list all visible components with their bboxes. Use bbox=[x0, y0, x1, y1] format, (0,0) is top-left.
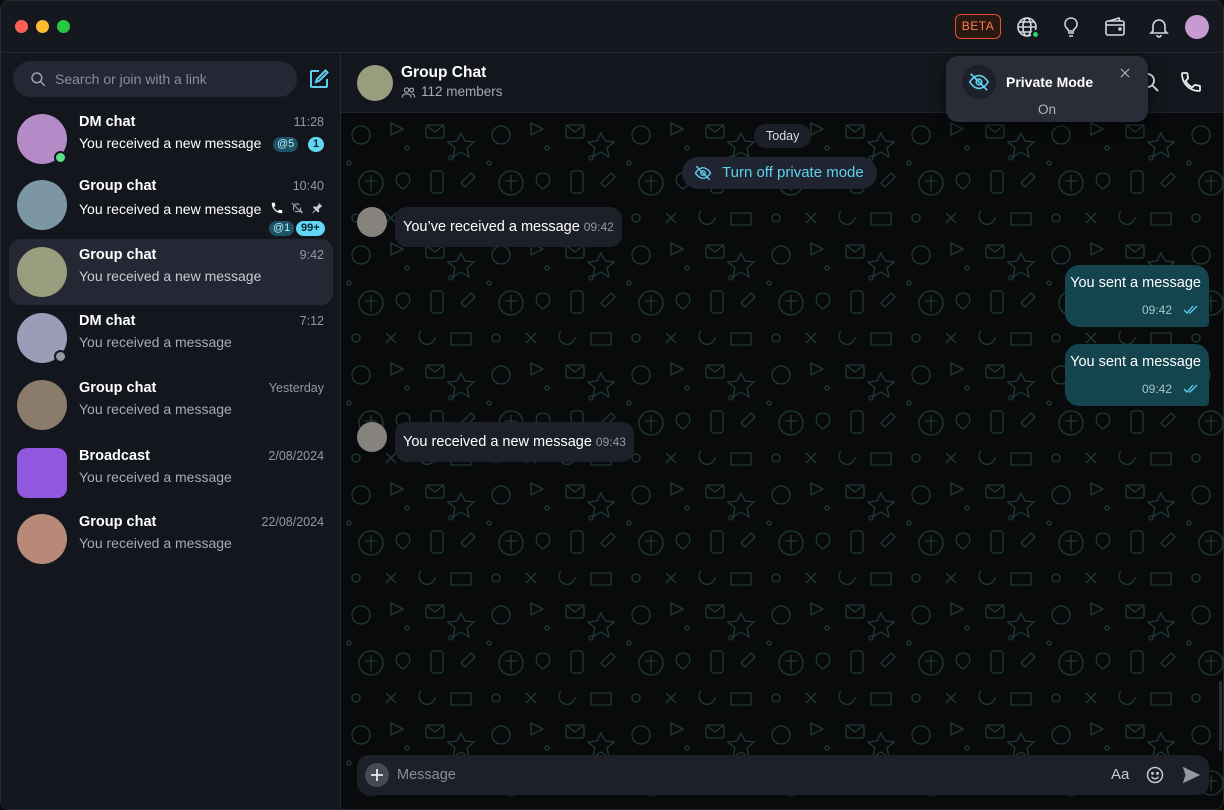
avatar bbox=[17, 514, 67, 564]
avatar bbox=[17, 247, 67, 297]
double-check-icon bbox=[1183, 305, 1198, 314]
chat-pane: Group Chat 112 members Private Mode On T… bbox=[341, 53, 1223, 809]
chat-preview: You received a new message bbox=[79, 135, 262, 151]
chat-time: Yesterday bbox=[268, 381, 324, 395]
phone-icon bbox=[271, 202, 283, 214]
unread-count-badge: 1 bbox=[308, 137, 325, 152]
message-time: 09:43 bbox=[595, 435, 626, 449]
message-text: You sent a message bbox=[1070, 354, 1201, 370]
maximize-window-button[interactable] bbox=[57, 20, 70, 33]
chat-list-item[interactable]: DM chat 11:28 You received a new message… bbox=[9, 106, 333, 172]
chat-list-item-selected[interactable]: Group chat 9:42 You received a new messa… bbox=[9, 239, 333, 305]
title-bar: BETA bbox=[1, 1, 1223, 53]
muted-bell-icon bbox=[291, 202, 304, 214]
private-mode-status: On bbox=[1037, 102, 1056, 117]
message-text: You sent a message bbox=[1070, 275, 1201, 291]
chat-list-item[interactable]: Broadcast 2/08/2024 You received a messa… bbox=[9, 440, 333, 506]
chat-list-item[interactable]: Group chat Yesterday You received a mess… bbox=[9, 372, 333, 438]
online-status-dot bbox=[1031, 30, 1040, 39]
text-format-button[interactable]: Aa bbox=[1111, 766, 1129, 783]
emoji-icon[interactable] bbox=[1145, 765, 1165, 785]
message-text: You received a new message bbox=[403, 434, 592, 450]
avatar bbox=[17, 180, 67, 230]
online-status-dot bbox=[54, 151, 67, 164]
chat-time: 10:40 bbox=[292, 179, 324, 193]
chat-list-item[interactable]: DM chat 7:12 You received a message bbox=[9, 305, 333, 371]
globe-icon[interactable] bbox=[1015, 15, 1040, 39]
date-separator: Today bbox=[754, 124, 812, 148]
chat-time: 9:42 bbox=[299, 248, 324, 262]
chat-preview: You received a new message bbox=[79, 201, 262, 217]
chat-name: Broadcast bbox=[79, 448, 150, 464]
mention-badge: @5 bbox=[273, 137, 299, 152]
sender-avatar[interactable] bbox=[357, 422, 387, 452]
chat-preview: You received a message bbox=[79, 535, 232, 551]
message-input[interactable] bbox=[397, 755, 1097, 795]
search-input[interactable] bbox=[55, 61, 285, 97]
message-time: 09:42 bbox=[583, 220, 614, 234]
chat-preview: You received a message bbox=[79, 334, 232, 350]
incoming-message[interactable]: You received a new message 09:43 bbox=[395, 422, 634, 462]
profile-avatar[interactable] bbox=[1185, 15, 1209, 39]
compose-icon[interactable] bbox=[307, 67, 331, 91]
chat-list-sidebar: DM chat 11:28 You received a new message… bbox=[1, 53, 341, 809]
avatar bbox=[17, 380, 67, 430]
message-text: You’ve received a message bbox=[403, 219, 580, 235]
avatar bbox=[17, 448, 67, 498]
chat-preview: You received a new message bbox=[79, 268, 262, 284]
button-label: Turn off private mode bbox=[722, 164, 864, 181]
eye-off-icon bbox=[694, 165, 712, 181]
members-icon bbox=[401, 87, 416, 98]
chat-name: Group chat bbox=[79, 178, 157, 194]
chat-list-item[interactable]: Group chat 22/08/2024 You received a mes… bbox=[9, 506, 333, 572]
member-count[interactable]: 112 members bbox=[421, 84, 503, 99]
chat-preview: You received a message bbox=[79, 469, 232, 485]
pin-icon bbox=[312, 202, 323, 214]
chat-list-item[interactable]: Group chat 10:40 You received a new mess… bbox=[9, 172, 333, 240]
message-composer: Aa bbox=[357, 755, 1209, 795]
minimize-window-button[interactable] bbox=[36, 20, 49, 33]
turn-off-private-mode-button[interactable]: Turn off private mode bbox=[682, 157, 877, 189]
chat-title[interactable]: Group Chat bbox=[401, 64, 486, 82]
chat-name: DM chat bbox=[79, 313, 136, 329]
group-avatar[interactable] bbox=[357, 65, 393, 101]
private-mode-title: Private Mode bbox=[1006, 74, 1094, 90]
chat-time: 22/08/2024 bbox=[261, 515, 324, 529]
message-time: 09:42 bbox=[1141, 382, 1172, 396]
chat-name: DM chat bbox=[79, 114, 136, 130]
mention-badge: @1 bbox=[269, 221, 295, 236]
chat-time: 2/08/2024 bbox=[268, 449, 324, 463]
bell-icon[interactable] bbox=[1147, 15, 1171, 39]
search-bar bbox=[13, 61, 297, 97]
send-icon[interactable] bbox=[1180, 764, 1202, 786]
offline-status-dot bbox=[54, 350, 67, 363]
close-window-button[interactable] bbox=[15, 20, 28, 33]
close-icon[interactable] bbox=[1118, 66, 1132, 80]
lightbulb-icon[interactable] bbox=[1059, 15, 1083, 39]
sender-avatar[interactable] bbox=[357, 207, 387, 237]
phone-icon[interactable] bbox=[1179, 70, 1203, 94]
scrollbar[interactable] bbox=[1219, 681, 1222, 751]
wallet-icon[interactable] bbox=[1103, 15, 1127, 39]
plus-icon bbox=[371, 769, 383, 781]
chat-preview: You received a message bbox=[79, 401, 232, 417]
double-check-icon bbox=[1183, 384, 1198, 393]
outgoing-message[interactable]: You sent a message 09:42 bbox=[1065, 265, 1209, 327]
app-window: BETA DM chat 11:28 You received a new bbox=[0, 0, 1224, 810]
outgoing-message[interactable]: You sent a message 09:42 bbox=[1065, 344, 1209, 406]
chat-name: Group chat bbox=[79, 247, 157, 263]
search-icon bbox=[31, 72, 46, 87]
incoming-message[interactable]: You’ve received a message 09:42 bbox=[395, 207, 622, 247]
chat-time: 7:12 bbox=[299, 314, 324, 328]
private-mode-popup: Private Mode On bbox=[946, 56, 1148, 122]
beta-badge[interactable]: BETA bbox=[955, 14, 1001, 39]
eye-off-icon bbox=[962, 65, 996, 99]
message-time: 09:42 bbox=[1141, 303, 1172, 317]
chat-name: Group chat bbox=[79, 380, 157, 396]
unread-count-badge: 99+ bbox=[296, 221, 325, 236]
chat-name: Group chat bbox=[79, 514, 157, 530]
chat-time: 11:28 bbox=[293, 115, 324, 129]
attach-button[interactable] bbox=[365, 763, 389, 787]
